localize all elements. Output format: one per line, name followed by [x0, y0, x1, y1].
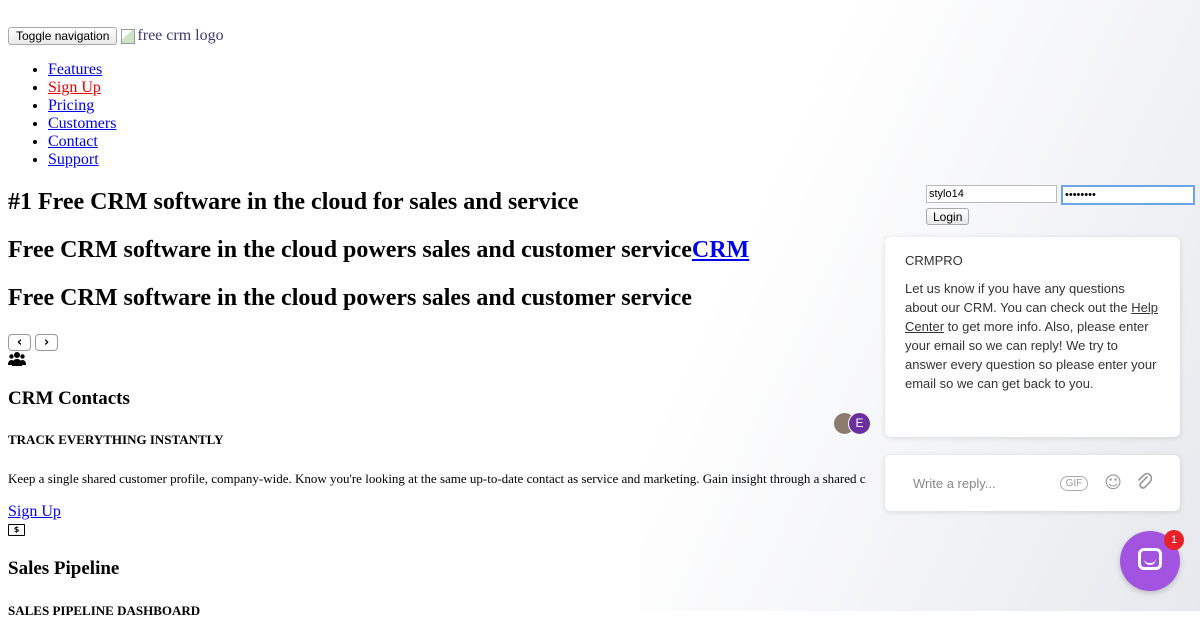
emoji-icon[interactable]: ☺: [1104, 473, 1122, 493]
hero-heading-2: Free CRM software in the cloud powers sa…: [8, 237, 749, 264]
login-button[interactable]: Login: [926, 208, 970, 225]
logo-alt-text: free crm logo: [137, 27, 224, 44]
feature-subhead-pipeline: SALES PIPELINE DASHBOARD: [8, 603, 201, 618]
feature-signup-link[interactable]: Sign Up: [8, 503, 61, 521]
nav-item-customers: Customers: [48, 115, 116, 133]
chat-message: Let us know if you have any questions ab…: [905, 279, 1160, 393]
feature-text-contacts: Keep a single shared customer profile, c…: [8, 471, 866, 486]
users-icon: [8, 351, 26, 372]
reply-input[interactable]: Write a reply...: [913, 476, 1060, 491]
password-input[interactable]: [1061, 185, 1195, 205]
nav-item-features: Features: [48, 61, 116, 79]
gif-icon[interactable]: GIF: [1059, 475, 1089, 491]
unread-badge: 1: [1164, 530, 1184, 550]
nav-link-customers[interactable]: Customers: [48, 115, 116, 132]
nav-item-support: Support: [48, 151, 116, 169]
feature-title-pipeline: Sales Pipeline: [8, 558, 120, 579]
chat-sender: CRMPRO: [905, 253, 963, 268]
main-nav: Features Sign Up Pricing Customers Conta…: [48, 61, 116, 169]
top-bar: Toggle navigation free crm logo: [8, 27, 224, 45]
toggle-navigation-button[interactable]: Toggle navigation: [8, 27, 118, 45]
username-input[interactable]: [926, 185, 1057, 203]
chat-message-card: CRMPRO Let us know if you have any quest…: [885, 237, 1180, 437]
carousel-next-button[interactable]: ›: [35, 334, 58, 351]
login-form: Login: [926, 185, 1195, 226]
paperclip-icon[interactable]: [1136, 472, 1153, 495]
carousel-prev-button[interactable]: ‹: [8, 334, 31, 351]
broken-image-icon: [121, 28, 136, 44]
hero-heading-2-text: Free CRM software in the cloud powers sa…: [8, 237, 692, 263]
chat-avatars: E: [833, 412, 873, 435]
chat-reply-box[interactable]: Write a reply... GIF ☺: [885, 455, 1180, 511]
nav-item-pricing: Pricing: [48, 97, 116, 115]
nav-link-signup[interactable]: Sign Up: [48, 79, 101, 96]
carousel-controls: ‹ ›: [8, 334, 58, 351]
chat-bubble-icon: [1138, 548, 1162, 570]
hero-crm-link[interactable]: CRM: [692, 237, 749, 263]
nav-link-contact[interactable]: Contact: [48, 133, 98, 150]
hero-heading-3: Free CRM software in the cloud powers sa…: [8, 285, 692, 311]
nav-link-features[interactable]: Features: [48, 61, 102, 78]
money-icon: $: [8, 524, 25, 536]
login-inputs: [926, 185, 1195, 205]
logo[interactable]: free crm logo: [121, 27, 224, 45]
chat-message-part1: Let us know if you have any questions ab…: [905, 281, 1132, 315]
nav-link-support[interactable]: Support: [48, 151, 99, 168]
nav-item-contact: Contact: [48, 133, 116, 151]
nav-item-signup: Sign Up: [48, 79, 116, 97]
feature-title-contacts: CRM Contacts: [8, 388, 130, 409]
nav-link-pricing[interactable]: Pricing: [48, 97, 94, 114]
hero-heading-1: #1 Free CRM software in the cloud for sa…: [8, 189, 579, 215]
feature-subhead-contacts: TRACK EVERYTHING INSTANTLY: [8, 432, 224, 447]
avatar-letter: E: [848, 412, 871, 435]
